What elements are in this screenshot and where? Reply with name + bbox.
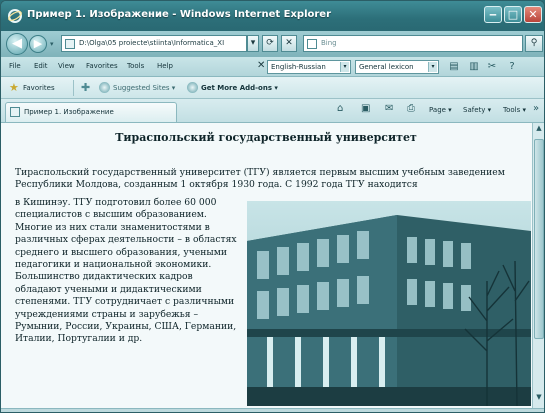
address-url: D:\Olga\05 proiecte\stiinta\Informatica_… bbox=[79, 39, 225, 47]
internet-explorer-icon bbox=[8, 9, 22, 23]
get-addons-link[interactable]: Get More Add-ons ▾ bbox=[201, 84, 278, 92]
page-content: Тираспольский государственный университе… bbox=[1, 123, 544, 408]
suggested-sites-link[interactable]: Suggested Sites ▾ bbox=[113, 84, 175, 92]
recent-pages-dropdown[interactable]: ▾ bbox=[50, 40, 54, 48]
add-favorite-icon[interactable]: ✚ bbox=[81, 81, 90, 94]
page-icon bbox=[10, 107, 20, 117]
scroll-thumb[interactable] bbox=[534, 139, 544, 339]
back-button[interactable]: ◀ bbox=[6, 33, 28, 55]
dictionary-value: English-Russian bbox=[271, 63, 326, 71]
tab-label: Пример 1. Изображение bbox=[24, 108, 114, 116]
menu-file[interactable]: File bbox=[9, 62, 21, 70]
chevron-down-icon: ▾ bbox=[250, 38, 256, 48]
favorites-star-icon[interactable]: ★ bbox=[9, 81, 19, 94]
help-icon[interactable]: ? bbox=[505, 60, 519, 74]
stop-icon: ✕ bbox=[285, 38, 293, 48]
tab-active[interactable]: Пример 1. Изображение bbox=[5, 102, 177, 122]
status-bar bbox=[1, 408, 544, 412]
arrow-left-icon: ◀ bbox=[12, 36, 22, 51]
arrow-right-icon: ▶ bbox=[33, 37, 43, 50]
maximize-button[interactable]: □ bbox=[504, 6, 522, 23]
forward-button[interactable]: ▶ bbox=[29, 35, 47, 53]
university-building-photo bbox=[247, 201, 531, 406]
menu-edit[interactable]: Edit bbox=[34, 62, 48, 70]
divider bbox=[73, 80, 74, 96]
stop-button[interactable]: ✕ bbox=[281, 35, 297, 52]
menu-tools[interactable]: Tools bbox=[127, 62, 144, 70]
chevron-down-icon: ▾ bbox=[340, 62, 349, 72]
search-placeholder: Bing bbox=[321, 39, 337, 47]
page-menu[interactable]: Page ▾ bbox=[429, 106, 452, 114]
minimize-button[interactable]: ‒ bbox=[484, 6, 502, 23]
mail-icon[interactable]: ✉ bbox=[385, 103, 393, 114]
scroll-up-icon[interactable]: ▲ bbox=[534, 124, 544, 136]
menu-bar: File Edit View Favorites Tools Help ✕ En… bbox=[1, 57, 544, 77]
menu-view[interactable]: View bbox=[58, 62, 75, 70]
search-input[interactable]: Bing bbox=[303, 35, 523, 52]
page-heading: Тираспольский государственный университе… bbox=[115, 131, 417, 144]
scroll-down-icon[interactable]: ▼ bbox=[534, 393, 544, 405]
search-icon: ⚲ bbox=[530, 38, 538, 48]
browser-window: Пример 1. Изображение - Windows Internet… bbox=[0, 0, 545, 413]
translate-page-icon[interactable]: ▤ bbox=[447, 60, 461, 74]
refresh-icon: ⟳ bbox=[266, 38, 274, 48]
safety-menu[interactable]: Safety ▾ bbox=[463, 106, 491, 114]
bing-icon bbox=[307, 39, 317, 49]
tools-menu[interactable]: Tools ▾ bbox=[503, 106, 526, 114]
favorites-button[interactable]: Favorites bbox=[23, 84, 55, 92]
print-icon[interactable]: ⎙ bbox=[407, 103, 415, 114]
close-button[interactable]: ✕ bbox=[524, 6, 542, 23]
vertical-scrollbar[interactable]: ▲ ▼ bbox=[532, 123, 544, 408]
menu-favorites[interactable]: Favorites bbox=[86, 62, 118, 70]
lexicon-select[interactable]: General lexicon ▾ bbox=[355, 60, 439, 74]
book-icon[interactable]: ▥ bbox=[467, 60, 481, 74]
help-icon[interactable]: » bbox=[533, 103, 539, 114]
home-icon[interactable]: ⌂ bbox=[337, 103, 343, 114]
settings-icon[interactable]: ✂ bbox=[485, 60, 499, 74]
addons-icon bbox=[187, 82, 198, 93]
rss-feed-icon[interactable]: ▣ bbox=[361, 103, 370, 114]
favorites-bar: ★ Favorites ✚ Suggested Sites ▾ Get More… bbox=[1, 77, 544, 99]
intro-paragraph: Тираспольский государственный университе… bbox=[15, 167, 505, 191]
address-bar: ◀ ▶ ▾ D:\Olga\05 proiecte\stiinta\Inform… bbox=[1, 31, 544, 57]
address-dropdown-button[interactable]: ▾ bbox=[247, 35, 259, 52]
search-button[interactable]: ⚲ bbox=[525, 35, 543, 52]
suggested-sites-icon bbox=[99, 82, 110, 93]
title-bar[interactable]: Пример 1. Изображение - Windows Internet… bbox=[1, 1, 544, 31]
lexicon-value: General lexicon bbox=[359, 63, 414, 71]
body-paragraph: в Кишинэу. ТГУ подготовил более 60 000 с… bbox=[15, 197, 237, 345]
refresh-button[interactable]: ⟳ bbox=[262, 35, 278, 52]
menu-help[interactable]: Help bbox=[157, 62, 173, 70]
chevron-down-icon: ▾ bbox=[428, 62, 437, 72]
address-input[interactable]: D:\Olga\05 proiecte\stiinta\Informatica_… bbox=[61, 35, 247, 52]
page-icon bbox=[65, 39, 75, 49]
tab-bar: Пример 1. Изображение ⌂ ▣ ✉ ⎙ Page ▾ Saf… bbox=[1, 99, 544, 123]
dictionary-select[interactable]: English-Russian ▾ bbox=[267, 60, 351, 74]
window-title: Пример 1. Изображение - Windows Internet… bbox=[27, 9, 332, 20]
toolbar-close-icon[interactable]: ✕ bbox=[257, 60, 265, 71]
